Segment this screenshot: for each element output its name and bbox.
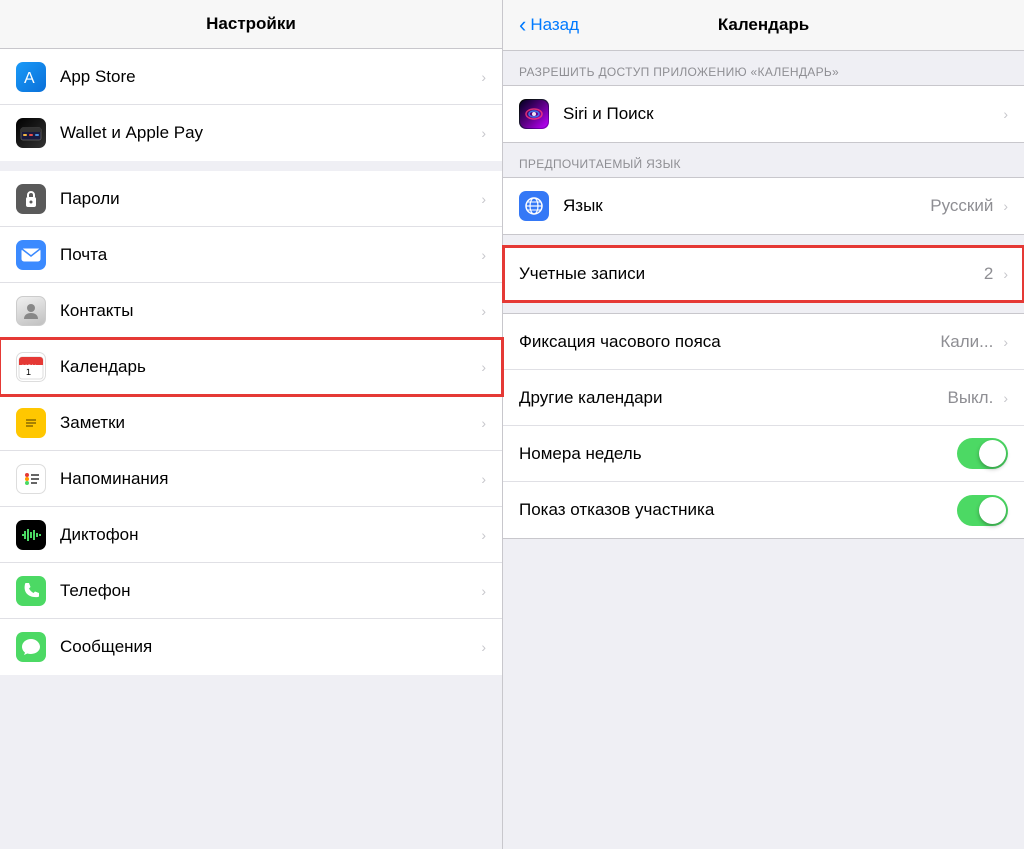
voice-icon xyxy=(16,520,46,550)
week-numbers-label: Номера недель xyxy=(519,444,957,464)
right-panel: ‹ Назад Календарь РАЗРЕШИТЬ ДОСТУП ПРИЛО… xyxy=(503,0,1024,849)
right-title: Календарь xyxy=(579,15,948,35)
other-calendars-label: Другие календари xyxy=(519,388,947,408)
wallet-label: Wallet и Apple Pay xyxy=(60,123,477,143)
sidebar-item-contacts[interactable]: Контакты › xyxy=(0,283,502,339)
voice-label: Диктофон xyxy=(60,525,477,545)
left-title: Настройки xyxy=(206,14,296,33)
right-row-decline-events[interactable]: Показ отказов участника xyxy=(503,482,1024,538)
section-access-label: РАЗРЕШИТЬ ДОСТУП ПРИЛОЖЕНИЮ «КАЛЕНДАРЬ» xyxy=(503,51,1024,85)
svg-text:A: A xyxy=(24,70,35,86)
language-label: Язык xyxy=(563,196,930,216)
globe-icon xyxy=(519,191,549,221)
mail-label: Почта xyxy=(60,245,477,265)
reminders-label: Напоминания xyxy=(60,469,477,489)
contacts-icon xyxy=(16,296,46,326)
timezone-label: Фиксация часового пояса xyxy=(519,332,940,352)
sidebar-item-reminders[interactable]: Напоминания › xyxy=(0,451,502,507)
svg-text:MON: MON xyxy=(22,365,36,371)
phone-label: Телефон xyxy=(60,581,477,601)
sidebar-item-messages[interactable]: Сообщения › xyxy=(0,619,502,675)
chevron-icon: › xyxy=(481,191,486,207)
siri-icon xyxy=(519,99,549,129)
calendar-icon: 1 MON xyxy=(16,352,46,382)
chevron-icon: › xyxy=(481,125,486,141)
language-value: Русский xyxy=(930,196,993,216)
sidebar-item-passwords[interactable]: Пароли › xyxy=(0,171,502,227)
chevron-icon: › xyxy=(481,359,486,375)
sidebar-item-mail[interactable]: Почта › xyxy=(0,227,502,283)
phone-icon xyxy=(16,576,46,606)
back-chevron-icon: ‹ xyxy=(519,14,526,36)
language-group: Язык Русский › xyxy=(503,177,1024,235)
appstore-label: App Store xyxy=(60,67,477,87)
sidebar-item-wallet[interactable]: Wallet и Apple Pay › xyxy=(0,105,502,161)
back-label: Назад xyxy=(530,15,579,35)
notes-label: Заметки xyxy=(60,413,477,433)
wallet-icon xyxy=(16,118,46,148)
notes-icon xyxy=(16,408,46,438)
chevron-icon: › xyxy=(481,415,486,431)
sidebar-item-phone[interactable]: Телефон › xyxy=(0,563,502,619)
chevron-icon: › xyxy=(481,583,486,599)
accounts-group: Учетные записи 2 › xyxy=(503,245,1024,303)
calendar-label: Календарь xyxy=(60,357,477,377)
week-numbers-toggle[interactable] xyxy=(957,438,1008,469)
chevron-icon: › xyxy=(481,69,486,85)
accounts-section: Учетные записи 2 › xyxy=(503,245,1024,303)
mail-icon xyxy=(16,240,46,270)
settings-group-1: A App Store › Wallet и Apple Pay › xyxy=(0,49,502,161)
settings-group-2: Пароли › Почта › Контакты › xyxy=(0,171,502,675)
reminders-icon xyxy=(16,464,46,494)
sidebar-item-voice[interactable]: Диктофон › xyxy=(0,507,502,563)
right-row-accounts[interactable]: Учетные записи 2 › xyxy=(503,246,1024,302)
other-calendars-value: Выкл. xyxy=(947,388,993,408)
chevron-icon: › xyxy=(1003,334,1008,350)
more-settings-section: Фиксация часового пояса Кали... › Другие… xyxy=(503,313,1024,539)
chevron-icon: › xyxy=(481,639,486,655)
sidebar-item-calendar[interactable]: 1 MON Календарь › xyxy=(0,339,502,395)
chevron-icon: › xyxy=(481,471,486,487)
chevron-icon: › xyxy=(481,303,486,319)
siri-group: Siri и Поиск › xyxy=(503,85,1024,143)
decline-events-toggle[interactable] xyxy=(957,495,1008,526)
decline-events-label: Показ отказов участника xyxy=(519,500,957,520)
right-row-other-calendars[interactable]: Другие календари Выкл. › xyxy=(503,370,1024,426)
appstore-icon: A xyxy=(16,62,46,92)
section-language-label: ПРЕДПОЧИТАЕМЫЙ ЯЗЫК xyxy=(503,143,1024,177)
right-row-week-numbers[interactable]: Номера недель xyxy=(503,426,1024,482)
sidebar-item-notes[interactable]: Заметки › xyxy=(0,395,502,451)
timezone-value: Кали... xyxy=(940,332,993,352)
right-row-language[interactable]: Язык Русский › xyxy=(503,178,1024,234)
chevron-icon: › xyxy=(481,247,486,263)
accounts-value: 2 xyxy=(984,264,993,284)
messages-icon xyxy=(16,632,46,662)
chevron-icon: › xyxy=(1003,390,1008,406)
right-row-timezone[interactable]: Фиксация часового пояса Кали... › xyxy=(503,314,1024,370)
siri-label: Siri и Поиск xyxy=(563,104,999,124)
chevron-icon: › xyxy=(1003,106,1008,122)
more-settings-group: Фиксация часового пояса Кали... › Другие… xyxy=(503,313,1024,539)
right-row-siri[interactable]: Siri и Поиск › xyxy=(503,86,1024,142)
passwords-label: Пароли xyxy=(60,189,477,209)
right-header: ‹ Назад Календарь xyxy=(503,0,1024,51)
passwords-icon xyxy=(16,184,46,214)
sidebar-item-appstore[interactable]: A App Store › xyxy=(0,49,502,105)
chevron-icon: › xyxy=(1003,198,1008,214)
back-button[interactable]: ‹ Назад xyxy=(519,14,579,36)
chevron-icon: › xyxy=(1003,266,1008,282)
left-header: Настройки xyxy=(0,0,502,49)
left-panel: Настройки A App Store › Wall xyxy=(0,0,503,849)
messages-label: Сообщения xyxy=(60,637,477,657)
contacts-label: Контакты xyxy=(60,301,477,321)
accounts-label: Учетные записи xyxy=(519,264,984,284)
chevron-icon: › xyxy=(481,527,486,543)
